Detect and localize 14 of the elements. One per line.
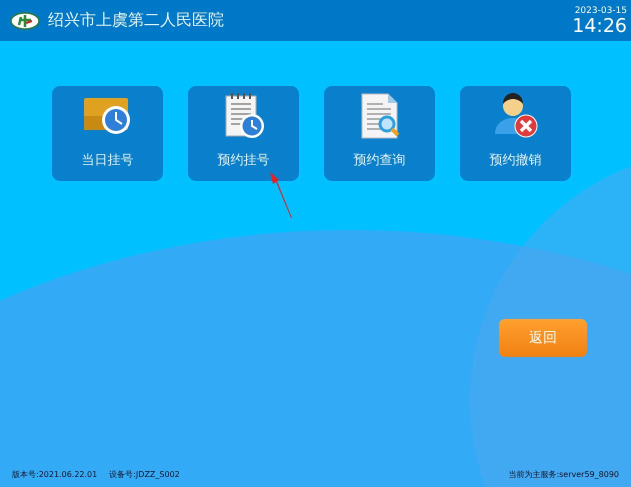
hospital-name: 绍兴市上虞第二人民医院 [48, 10, 225, 31]
device-text: 设备号:JDZZ_S002 [109, 468, 180, 480]
version-text: 版本号:2021.06.22.01 [12, 468, 98, 480]
menu-tile-button[interactable]: 预约查询 [324, 86, 435, 181]
hospital-logo-icon [10, 12, 40, 30]
date-text: 2023-03-15 [574, 6, 627, 16]
back-button[interactable]: 返回 [499, 319, 587, 357]
time-text: 14:26 [572, 16, 627, 36]
document-search-icon [358, 92, 400, 140]
user-cancel-icon [492, 92, 538, 140]
server-text: 当前为主服务:server59_8090 [508, 468, 619, 480]
menu-tile-button[interactable]: 预约撤销 [460, 86, 571, 181]
menu-tile-button[interactable]: 预约挂号 [188, 86, 299, 181]
menu-tile-button[interactable]: 当日挂号 [52, 86, 163, 181]
